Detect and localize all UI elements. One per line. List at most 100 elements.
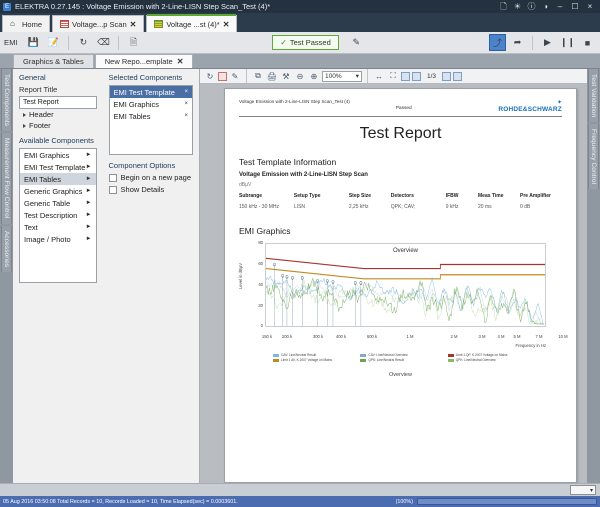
- fit-width-button[interactable]: ↔: [373, 70, 385, 82]
- legend-item: Limit 1 AV, K 2007 Voltage on Mains: [273, 358, 360, 363]
- tab-voltage-step-scan[interactable]: Voltage...p Scan ✕: [52, 15, 144, 32]
- refresh-button[interactable]: ↻: [75, 34, 92, 51]
- list-item-label: Test Description: [24, 211, 77, 220]
- document-subtab-row: Graphics & Tables New Repo...emplate ✕: [0, 54, 600, 69]
- subtab-graphics-and-tables[interactable]: Graphics & Tables: [13, 54, 94, 68]
- tree-item-header[interactable]: Header: [19, 109, 97, 120]
- highlight-button[interactable]: ✎: [229, 70, 241, 82]
- chevron-right-icon[interactable]: ►: [86, 176, 92, 182]
- pause-button[interactable]: ❙❙: [559, 34, 576, 51]
- y-tick: 20: [249, 303, 263, 308]
- chevron-right-icon[interactable]: ►: [86, 164, 92, 170]
- chevron-right-icon[interactable]: ►: [86, 152, 92, 158]
- rail-tab-test-components[interactable]: Test Components: [1, 69, 12, 131]
- tab-close-icon[interactable]: ✕: [130, 20, 137, 29]
- option-begin-on-new-page[interactable]: Begin on a new page: [109, 173, 193, 182]
- zoom-select-value: 100%: [325, 73, 342, 80]
- list-item[interactable]: Generic Table ►: [20, 197, 96, 209]
- help-icon[interactable]: ⓘ: [527, 2, 536, 11]
- globe-icon[interactable]: ☀: [513, 2, 522, 11]
- zoom-in-button[interactable]: ⊕: [308, 70, 320, 82]
- legend-item: QPK: Line/Neutral Overview: [448, 358, 535, 363]
- chevron-right-icon[interactable]: ►: [86, 236, 92, 242]
- minimize-button[interactable]: –: [555, 2, 565, 11]
- tab-close-icon[interactable]: ✕: [177, 57, 184, 66]
- chevron-right-icon[interactable]: ►: [86, 224, 92, 230]
- chevron-down-icon[interactable]: ▾: [356, 72, 359, 80]
- list-item[interactable]: Text ►: [20, 221, 96, 233]
- checkbox[interactable]: [109, 186, 117, 194]
- copy-icon[interactable]: 🗋: [499, 2, 508, 11]
- list-item[interactable]: Generic Graphics ►: [20, 185, 96, 197]
- chevron-down-icon[interactable]: ▾: [590, 487, 593, 494]
- previous-page-button[interactable]: [442, 72, 451, 81]
- copy-button[interactable]: ⧉: [252, 70, 264, 82]
- chevron-right-icon[interactable]: [23, 113, 26, 117]
- save-button[interactable]: 💾: [25, 34, 42, 51]
- list-item[interactable]: EMI Test Template ►: [20, 161, 96, 173]
- available-components-list[interactable]: EMI Graphics ► EMI Test Template ► EMI T…: [19, 148, 97, 283]
- export-button[interactable]: [218, 72, 227, 81]
- tab-home[interactable]: ⌂ Home: [2, 15, 50, 32]
- probe-view-button[interactable]: ➦: [509, 34, 526, 51]
- tab-close-icon[interactable]: ✕: [223, 20, 230, 29]
- document-scroll-area[interactable]: Voltage Emission with 2-Line-LISN Step S…: [200, 84, 587, 483]
- two-page-button[interactable]: [412, 72, 421, 81]
- list-item[interactable]: EMI Graphics ×: [110, 98, 192, 110]
- list-item-label: EMI Tables: [24, 175, 61, 184]
- close-button[interactable]: ×: [585, 2, 595, 11]
- list-item[interactable]: EMI Tables ►: [20, 173, 96, 185]
- maximize-button[interactable]: ☐: [570, 2, 580, 11]
- column-header: IFBW: [446, 193, 478, 201]
- rail-tab-test-validation[interactable]: Test Validation: [588, 69, 599, 122]
- emi-graphics-section: EMI Graphics Level in dBµV Overview 80 6…: [239, 226, 562, 377]
- selected-components-list[interactable]: EMI Test Template × EMI Graphics × EMI T…: [109, 85, 193, 155]
- print-button[interactable]: 🖨: [266, 70, 278, 82]
- run-button[interactable]: ▶: [539, 34, 556, 51]
- delete-button[interactable]: ⌫: [95, 34, 112, 51]
- stop-button[interactable]: ■: [579, 34, 596, 51]
- subtab-graphics-and-tables-label: Graphics & Tables: [23, 57, 84, 66]
- chart-x-axis-label: Frequency in Hz: [516, 343, 547, 348]
- tree-item-header-label: Header: [29, 110, 54, 119]
- zoom-out-button[interactable]: ⊖: [294, 70, 306, 82]
- list-item[interactable]: EMI Test Template ×: [110, 86, 192, 98]
- tab-voltage-test-4[interactable]: Voltage ...st (4)* ✕: [146, 15, 237, 32]
- zoom-select[interactable]: 100% ▾: [322, 71, 362, 82]
- next-page-button[interactable]: [453, 72, 462, 81]
- list-item[interactable]: Test Description ►: [20, 209, 96, 221]
- remove-icon[interactable]: ×: [184, 89, 188, 95]
- save-as-button[interactable]: 📝: [45, 34, 62, 51]
- fit-page-button[interactable]: ⛶: [387, 70, 399, 82]
- toolbar-separator: [367, 69, 368, 83]
- chevron-right-icon[interactable]: ►: [86, 200, 92, 206]
- page-setup-button[interactable]: ⚒: [280, 70, 292, 82]
- list-item-label: EMI Test Template: [114, 88, 175, 97]
- checkbox[interactable]: [109, 174, 117, 182]
- tree-item-footer[interactable]: Footer: [19, 120, 97, 131]
- subtab-new-report-template[interactable]: New Repo...emplate ✕: [95, 54, 194, 68]
- list-item[interactable]: EMI Graphics ►: [20, 149, 96, 161]
- chevron-right-icon[interactable]: ►: [86, 188, 92, 194]
- remove-icon[interactable]: ×: [184, 113, 188, 119]
- toolbar-separator: [532, 36, 533, 50]
- pencil-icon[interactable]: ✎: [348, 34, 365, 51]
- chevron-right-icon[interactable]: ►: [86, 212, 92, 218]
- single-page-button[interactable]: [401, 72, 410, 81]
- antenna-view-button[interactable]: ⤴: [489, 34, 506, 51]
- list-item[interactable]: Image / Photo ►: [20, 233, 96, 245]
- rail-tab-measurement-flow-control[interactable]: Measurement Flow Control: [1, 133, 12, 223]
- report-title-input[interactable]: Test Report: [19, 96, 97, 109]
- remove-icon[interactable]: ×: [184, 101, 188, 107]
- option-show-details[interactable]: Show Details: [109, 185, 193, 194]
- list-item[interactable]: EMI Tables ×: [110, 110, 192, 122]
- rail-tab-frequency-control[interactable]: Frequency Control: [588, 124, 599, 189]
- bottom-dropdown[interactable]: ▾: [570, 485, 596, 495]
- option-begin-on-new-page-label: Begin on a new page: [121, 173, 191, 182]
- report-button[interactable]: 🗎: [125, 34, 142, 51]
- chevron-right-icon[interactable]: [23, 124, 26, 128]
- rail-tab-accessories[interactable]: Accessories: [1, 226, 12, 272]
- list-item-label: EMI Graphics: [114, 100, 159, 109]
- contrast-icon[interactable]: ◑: [541, 2, 550, 11]
- refresh-preview-button[interactable]: ↻: [204, 70, 216, 82]
